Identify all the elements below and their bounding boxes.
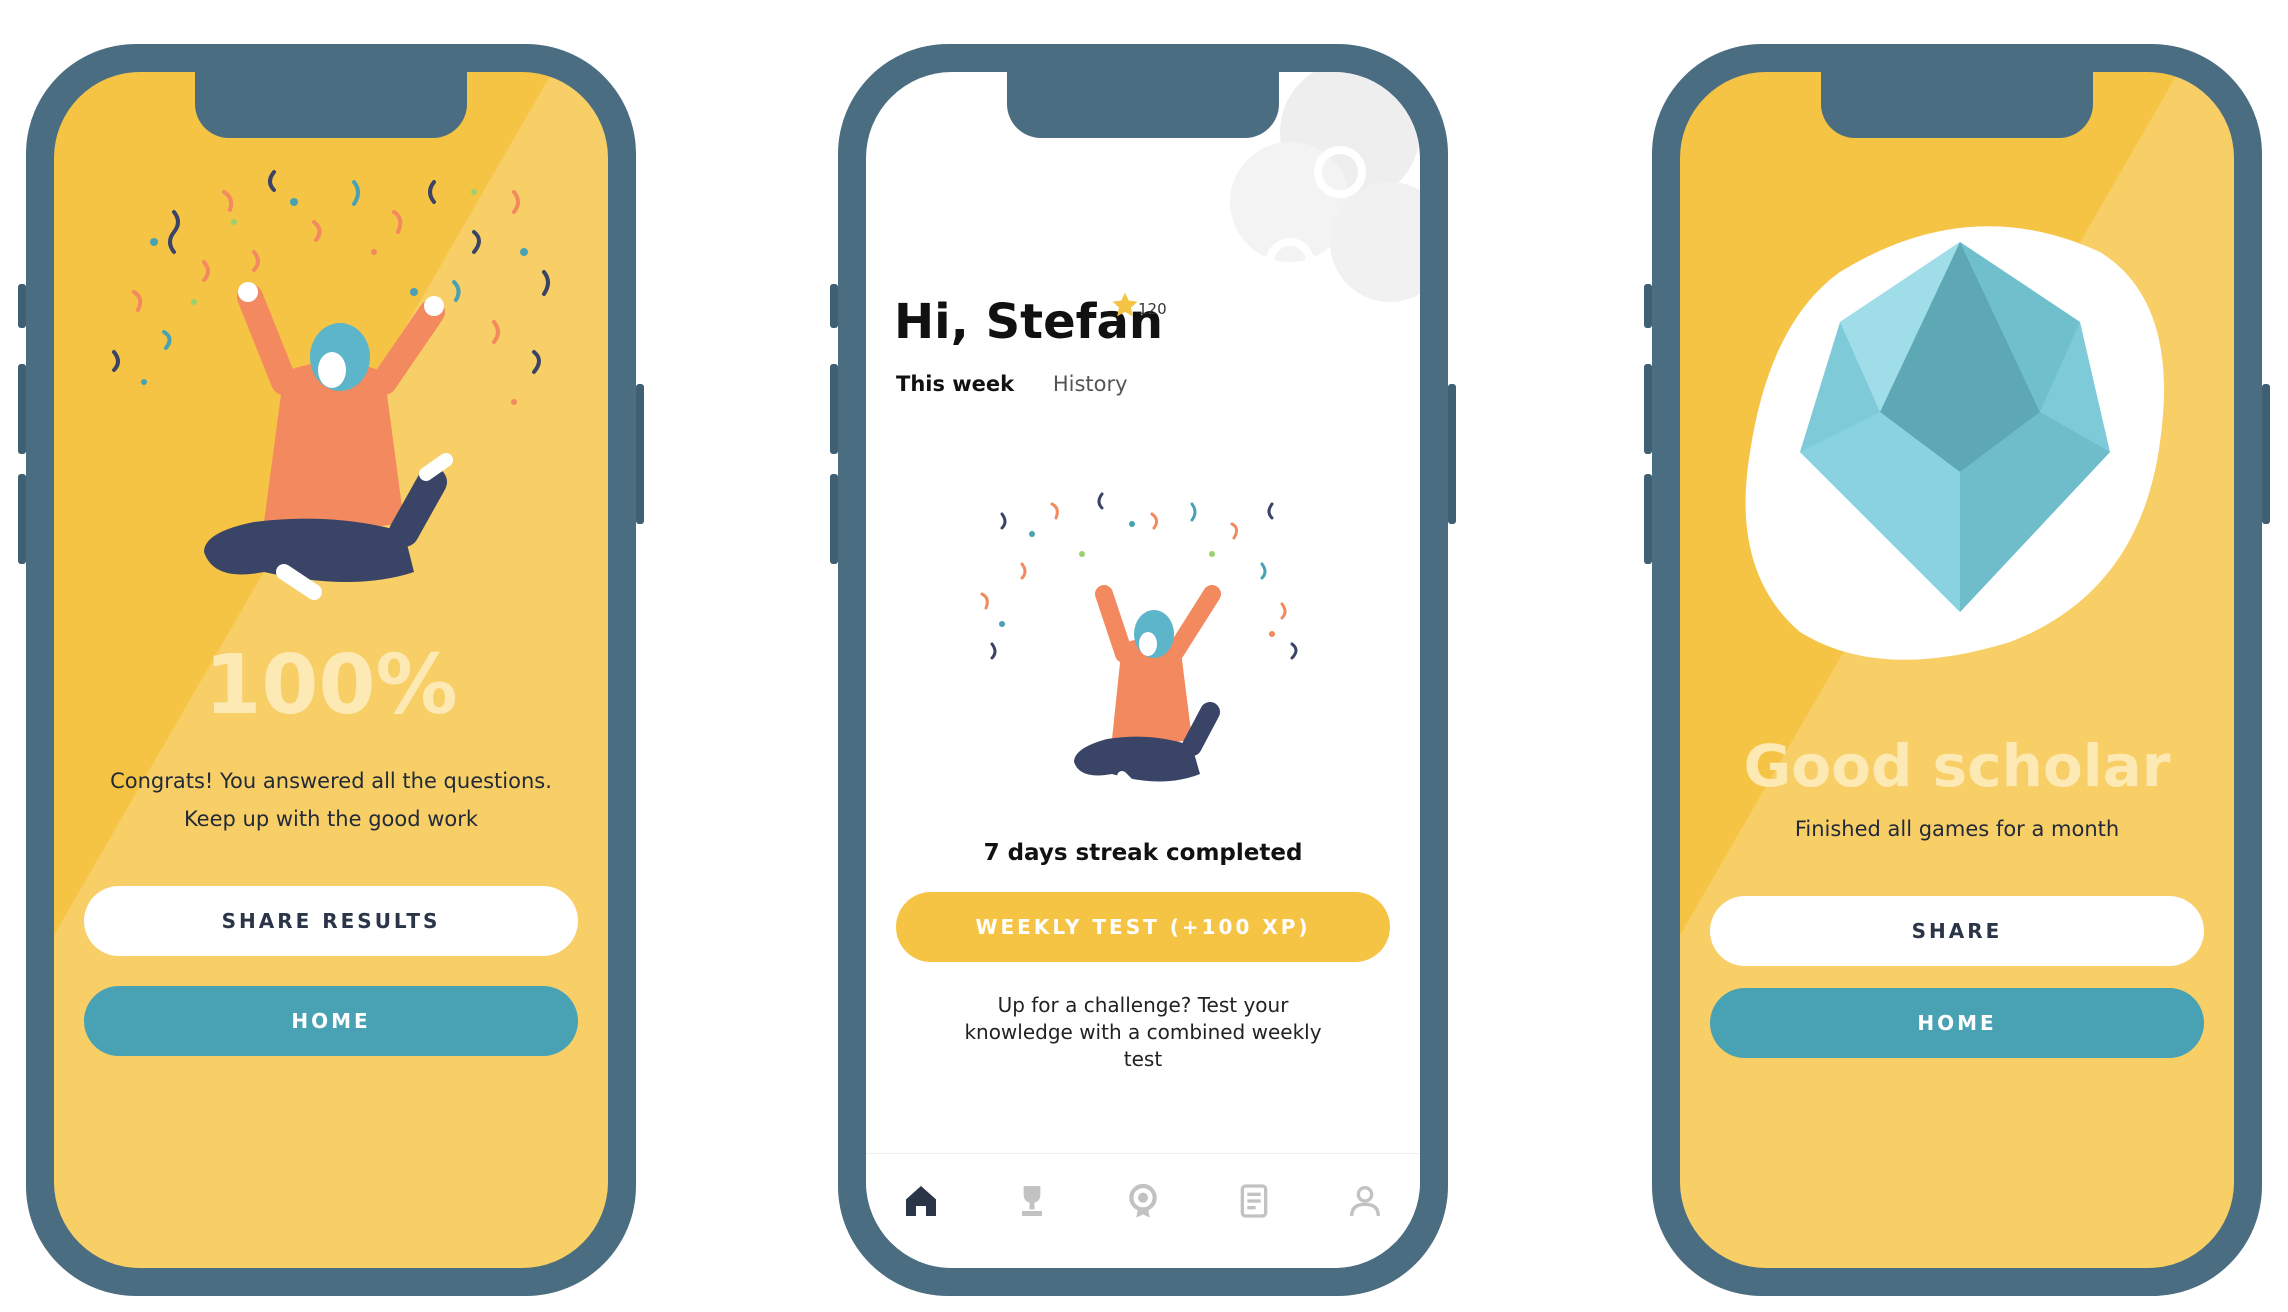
tab-history[interactable]: History [1053,372,1128,396]
notch [195,72,467,138]
streak-text: 7 days streak completed [983,840,1303,866]
side-button [830,364,838,454]
phone-dashboard: Hi, Stefan 120 This week History 7 days … [830,44,1456,1296]
tab-this-week[interactable]: This week [896,372,1014,396]
screen: Good scholar Finished all games for a mo… [1680,72,2234,1268]
achievement-title: Good scholar [1743,732,2171,800]
screen: 100% Congrats! You answered all the ques… [54,72,608,1268]
notch [1007,72,1279,138]
star-icon [1112,292,1138,317]
home-button[interactable]: HOME [84,986,578,1056]
celebration-illustration [112,170,550,600]
side-button [1644,364,1652,454]
xp-points: 120 [1138,300,1167,318]
profile-icon[interactable] [1342,1178,1388,1224]
phone-achievement: Good scholar Finished all games for a mo… [1644,44,2270,1296]
side-button [18,284,26,328]
trophy-icon[interactable] [1009,1178,1055,1224]
document-icon[interactable] [1231,1178,1277,1224]
side-button [18,364,26,454]
congrats-line-2: Keep up with the good work [183,807,479,831]
tabs: This week History [896,372,1160,396]
side-button [1448,384,1456,524]
bottom-navbar [866,1153,1420,1268]
badge-icon[interactable] [1120,1178,1166,1224]
notch [1821,72,2093,138]
share-button[interactable]: SHARE [1710,896,2204,966]
weekly-test-button[interactable]: WEEKLY TEST (+100 XP) [896,892,1390,962]
score-percent: 100% [204,638,458,733]
side-button [636,384,644,524]
side-button [830,474,838,564]
share-results-button[interactable]: SHARE RESULTS [84,886,578,956]
side-button [2262,384,2270,524]
side-button [18,474,26,564]
side-button [1644,474,1652,564]
side-button [1644,284,1652,328]
congrats-line-1: Congrats! You answered all the questions… [110,769,552,793]
gem-badge-illustration [1745,226,2164,660]
jumping-person [204,282,453,600]
achievement-subtitle: Finished all games for a month [1794,817,2120,841]
side-button [830,284,838,328]
phone-results: 100% Congrats! You answered all the ques… [18,44,644,1296]
home-icon[interactable] [898,1178,944,1224]
home-button[interactable]: HOME [1710,988,2204,1058]
challenge-text: Up for a challenge? Test your knowledge … [964,993,1322,1071]
celebration-illustration [980,492,1298,797]
screen: Hi, Stefan 120 This week History 7 days … [866,72,1420,1268]
